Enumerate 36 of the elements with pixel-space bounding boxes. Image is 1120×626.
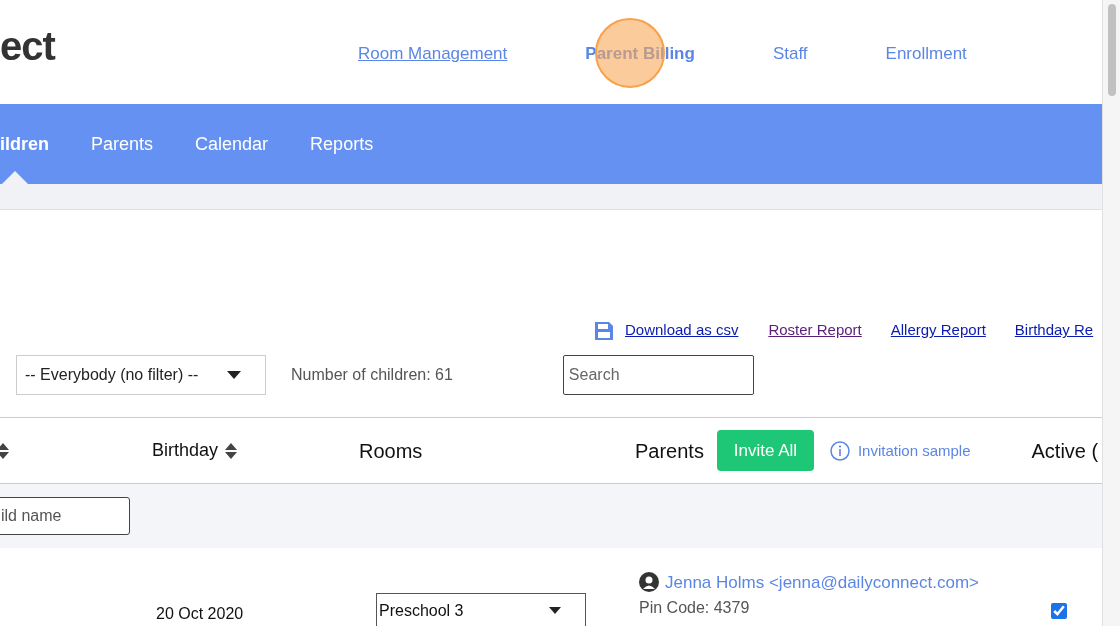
- pointer-icon: [2, 170, 28, 184]
- column-header: Active (: [1031, 438, 1099, 464]
- caret-icon: [549, 607, 561, 615]
- tab[interactable]: Reports: [310, 130, 374, 158]
- column-header: Birthday: [152, 439, 219, 463]
- sort-icon[interactable]: [224, 441, 239, 460]
- column-header: Parents: [635, 438, 704, 464]
- filter-dropdown[interactable]: -- Everybody (no filter) --: [16, 355, 266, 396]
- search-field[interactable]: Search: [562, 355, 754, 396]
- children-count: Number of children: 61: [291, 365, 453, 386]
- pin-code: Pin Code: 4379: [639, 597, 750, 618]
- invitation-sample-link[interactable]: Invitation sample: [857, 439, 971, 462]
- tab[interactable]: Parents: [91, 130, 154, 158]
- info-icon[interactable]: [829, 440, 850, 461]
- active-checkbox[interactable]: [1051, 602, 1067, 619]
- caret-icon: [227, 371, 241, 380]
- report-link[interactable]: Download as csv: [625, 319, 739, 342]
- sort-icon[interactable]: [0, 441, 10, 460]
- room-dropdown[interactable]: Preschool 3: [376, 592, 586, 626]
- tab[interactable]: Calendar: [195, 130, 269, 158]
- logo-text[interactable]: ect: [0, 24, 55, 68]
- report-link[interactable]: Roster Report: [768, 319, 862, 342]
- report-link[interactable]: Allergy Report: [890, 319, 986, 342]
- nav-link[interactable]: Room Management: [358, 41, 508, 67]
- parent-link[interactable]: Jenna Holms <jenna@dailyconnect.com>: [665, 569, 979, 596]
- parent-icon: [639, 572, 659, 593]
- nav-link[interactable]: Staff: [772, 41, 808, 67]
- tab[interactable]: ildren: [0, 130, 49, 158]
- report-link[interactable]: Birthday Re: [1014, 319, 1094, 342]
- nav-link[interactable]: Enrollment: [885, 41, 967, 67]
- name-filter-field[interactable]: ild name: [0, 496, 130, 535]
- save-icon[interactable]: [594, 320, 614, 341]
- birthday-cell-text: 20 Oct 2020: [156, 603, 244, 624]
- invite-all-button[interactable]: Invite All: [716, 430, 814, 472]
- scrollbar[interactable]: [1102, 0, 1120, 626]
- column-header: Rooms: [359, 438, 423, 464]
